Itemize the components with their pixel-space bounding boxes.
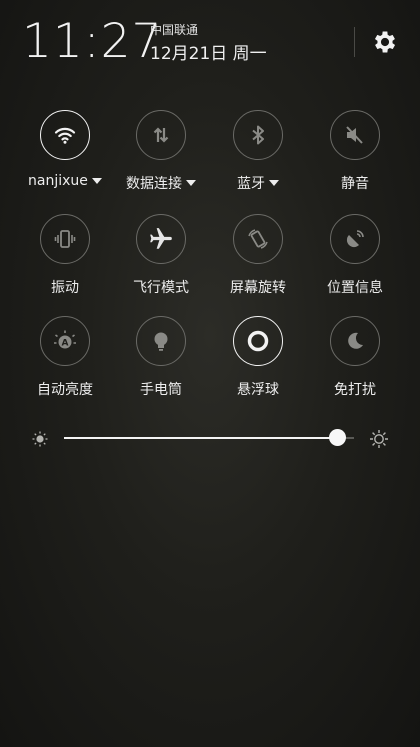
tile-auto-brightness[interactable]: A 自动亮度 [15, 316, 115, 406]
chevron-down-icon [91, 178, 102, 184]
tile-bluetooth[interactable]: 蓝牙 [208, 110, 308, 200]
tile-location-button[interactable] [330, 214, 380, 264]
tile-airplane[interactable]: 飞行模式 [111, 214, 211, 304]
tile-wifi-button[interactable] [40, 110, 90, 160]
tile-mobile-data-button[interactable] [136, 110, 186, 160]
chevron-down-icon [269, 180, 279, 186]
tile-location-label[interactable]: 位置信息 [327, 277, 383, 297]
tile-rotation-label[interactable]: 屏幕旋转 [230, 277, 286, 297]
status-header: 11:27 中国联通 12月21日 周一 [0, 0, 420, 80]
brightness-high-icon [370, 430, 388, 448]
clock: 11:27 [22, 14, 163, 69]
wifi-icon [54, 127, 76, 144]
tile-rotation-button[interactable] [233, 214, 283, 264]
auto-brightness-icon: A [54, 330, 76, 349]
tile-flashlight-button[interactable] [136, 316, 186, 366]
tile-wifi-label[interactable]: nanjixue [28, 173, 102, 189]
tile-auto-brightness-label[interactable]: 自动亮度 [37, 379, 93, 399]
tile-rotation[interactable]: 屏幕旋转 [208, 214, 308, 304]
tile-bluetooth-label[interactable]: 蓝牙 [237, 173, 279, 193]
flashlight-icon [154, 332, 168, 351]
tile-mobile-data[interactable]: 数据连接 [111, 110, 211, 200]
tile-mute-label[interactable]: 静音 [341, 173, 369, 193]
tile-mute[interactable]: 静音 [305, 110, 405, 200]
tile-floating-ball-label[interactable]: 悬浮球 [237, 379, 279, 399]
chevron-down-icon [186, 180, 196, 186]
airplane-icon [150, 228, 172, 249]
tile-flashlight[interactable]: 手电筒 [111, 316, 211, 406]
tile-do-not-disturb-label[interactable]: 免打扰 [334, 379, 376, 399]
tile-do-not-disturb-button[interactable] [330, 316, 380, 366]
moon-icon [348, 332, 363, 349]
tile-auto-brightness-button[interactable]: A [40, 316, 90, 366]
tile-airplane-label[interactable]: 飞行模式 [133, 277, 189, 297]
tile-vibrate[interactable]: 振动 [15, 214, 115, 304]
tile-flashlight-label[interactable]: 手电筒 [140, 379, 182, 399]
tile-floating-ball-button[interactable] [233, 316, 283, 366]
tile-location[interactable]: 位置信息 [305, 214, 405, 304]
data-transfer-icon [153, 127, 169, 143]
tile-vibrate-button[interactable] [40, 214, 90, 264]
gear-icon [374, 31, 396, 53]
brightness-fill [64, 437, 337, 439]
location-icon [346, 230, 364, 248]
tile-vibrate-label[interactable]: 振动 [51, 277, 79, 297]
tile-bluetooth-button[interactable] [233, 110, 283, 160]
brightness-thumb[interactable] [329, 429, 346, 446]
date[interactable]: 12月21日 周一 [150, 39, 267, 64]
tile-do-not-disturb[interactable]: 免打扰 [305, 316, 405, 406]
brightness-slider[interactable] [0, 424, 420, 454]
bluetooth-icon [252, 125, 264, 145]
brightness-low-icon [32, 431, 48, 447]
tile-mute-button[interactable] [330, 110, 380, 160]
mute-icon [346, 126, 363, 144]
tile-floating-ball[interactable]: 悬浮球 [208, 316, 308, 406]
brightness-track[interactable] [64, 437, 354, 439]
rotate-icon [248, 229, 268, 249]
tile-wifi[interactable]: nanjixue [15, 110, 115, 200]
carrier-name: 中国联通 [150, 23, 199, 37]
settings-button[interactable] [370, 27, 400, 57]
floating-ball-icon [247, 330, 269, 352]
vibrate-icon [54, 230, 76, 248]
tile-airplane-button[interactable] [136, 214, 186, 264]
svg-text:A: A [62, 339, 69, 349]
header-divider [354, 27, 355, 57]
tile-mobile-data-label[interactable]: 数据连接 [126, 173, 196, 193]
